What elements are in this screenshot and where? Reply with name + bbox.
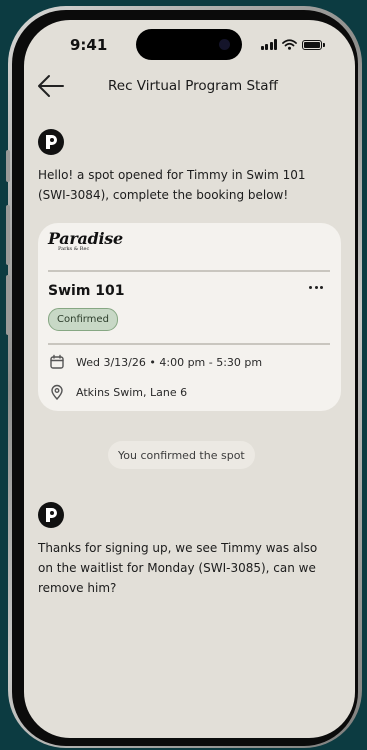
more-dot <box>320 285 323 289</box>
page-title: Rec Virtual Program Staff <box>108 78 278 94</box>
status-badge: Confirmed <box>48 308 118 331</box>
battery-cap <box>323 42 325 47</box>
back-button[interactable] <box>34 70 66 102</box>
wifi-icon <box>282 39 297 50</box>
more-dot <box>314 285 318 289</box>
dynamic-island <box>136 29 242 60</box>
battery-icon <box>302 39 322 50</box>
sender-avatar <box>38 502 64 528</box>
datetime-row: Wed 3/13/26 • 4:00 pm - 5:30 pm <box>48 353 262 371</box>
cellular-signal-icon <box>260 39 277 50</box>
card-divider <box>48 343 330 345</box>
camera-icon <box>219 39 230 50</box>
message-text: Thanks for signing up, we see Timmy was … <box>38 541 318 595</box>
booking-card[interactable]: Paradise Parks & Rec Swim 101 Confirmed … <box>38 223 341 411</box>
location-text: Atkins Swim, Lane 6 <box>76 385 188 399</box>
card-title: Swim 101 <box>48 283 125 299</box>
status-icons <box>260 39 325 50</box>
more-horizontal-icon <box>309 285 312 289</box>
sender-avatar <box>38 129 64 155</box>
volume-down-button <box>6 205 10 265</box>
map-pin-icon <box>48 383 66 401</box>
arrow-left-icon <box>38 75 64 97</box>
calendar-icon <box>48 353 66 371</box>
location-row: Atkins Swim, Lane 6 <box>48 383 187 401</box>
sender-logo-icon <box>46 508 57 522</box>
sender-logo-icon <box>46 135 57 149</box>
provider-logo: Paradise Parks & Rec <box>48 229 123 252</box>
confirmation-chip: You confirmed the spot <box>108 441 255 469</box>
side-button <box>6 275 10 335</box>
message-text: Hello! a spot opened for Timmy in Swim 1… <box>38 168 306 202</box>
card-divider <box>48 270 330 272</box>
volume-up-button <box>6 150 10 182</box>
status-bar: 9:41 <box>24 20 355 70</box>
status-time: 9:41 <box>70 36 108 54</box>
phone-screen: 9:41 Rec Virtual Program Staff Hello! a … <box>24 20 355 738</box>
more-options-button[interactable] <box>304 279 328 295</box>
datetime-text: Wed 3/13/26 • 4:00 pm - 5:30 pm <box>76 355 263 369</box>
